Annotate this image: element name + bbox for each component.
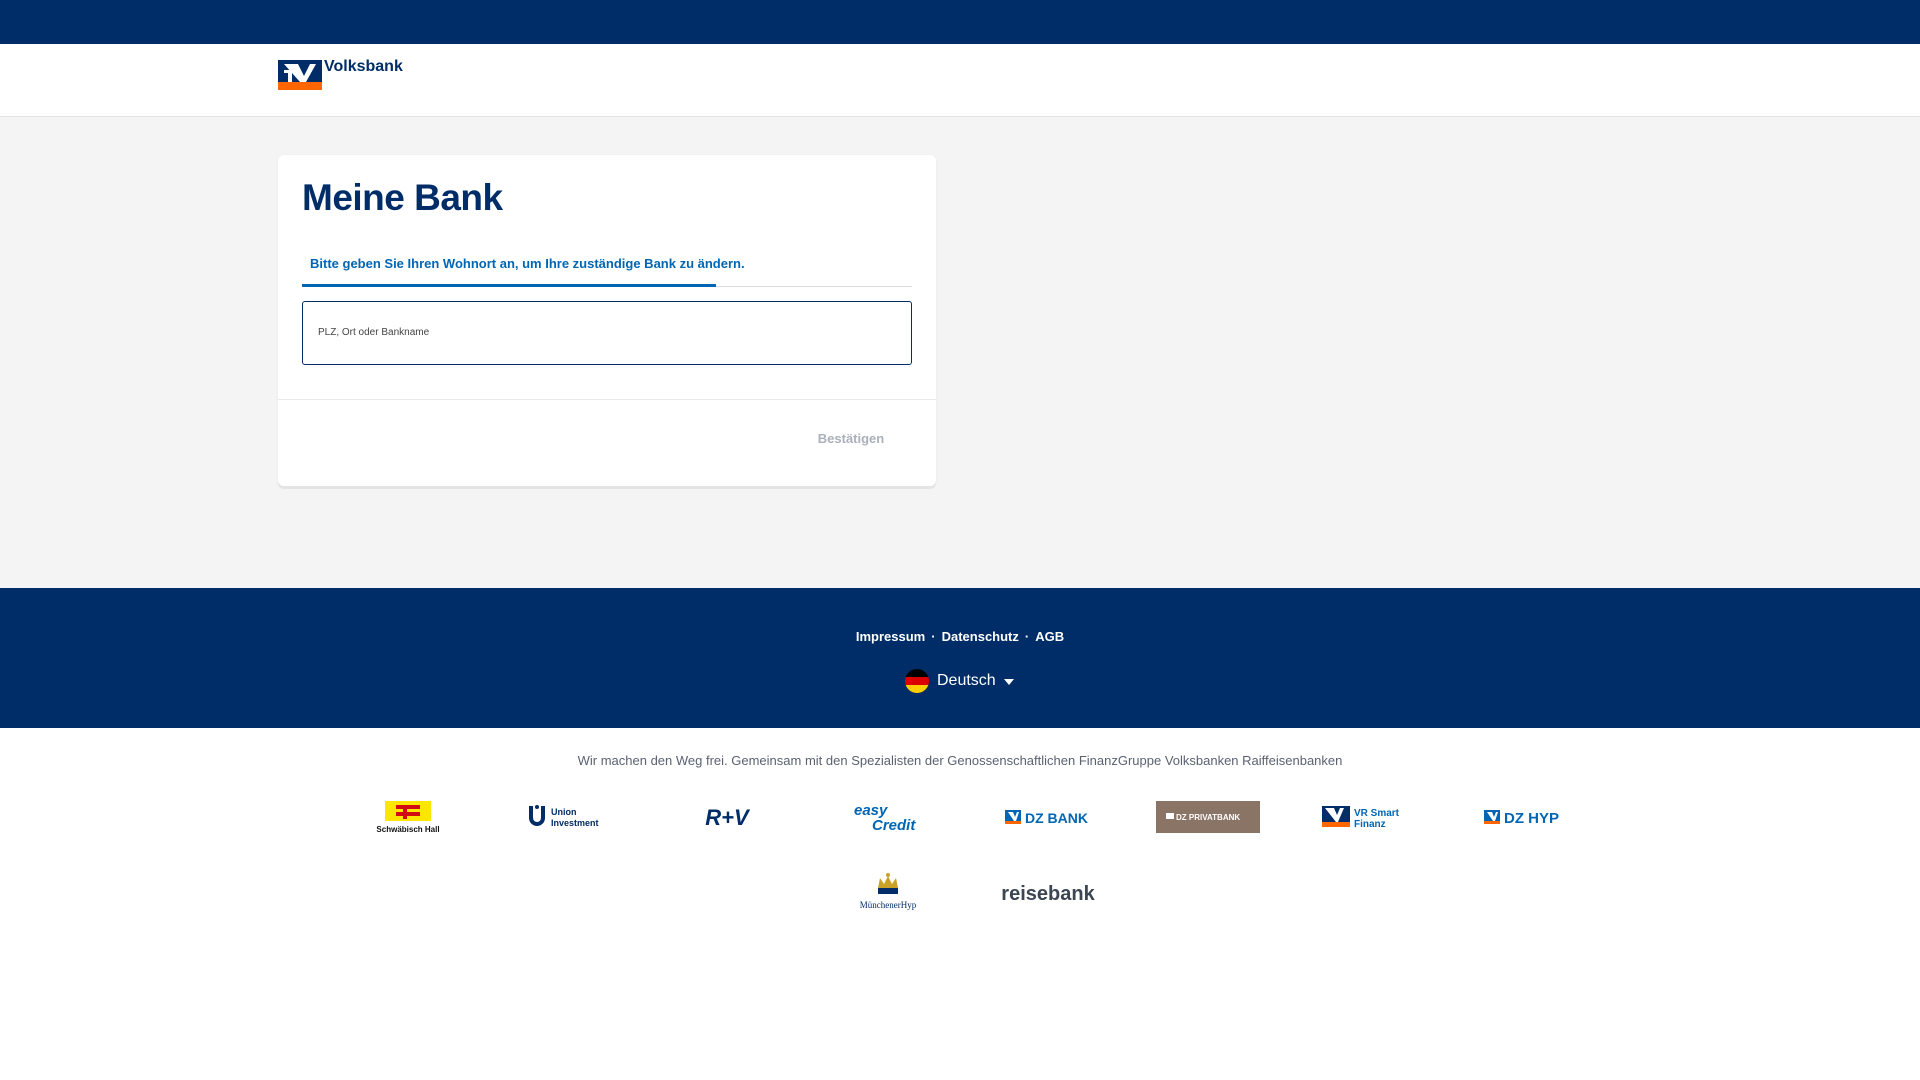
partner-logo-dz-privatbank[interactable]: DZ PRIVATBANK	[1156, 801, 1260, 833]
partner-logo-dz-hyp[interactable]: DZ HYP	[1480, 805, 1570, 829]
tab-location[interactable]: Bitte geben Sie Ihren Wohnort an, um Ihr…	[302, 245, 745, 287]
confirm-button[interactable]: Bestätigen	[786, 422, 916, 454]
partner-logo-easycredit[interactable]: easy Credit	[850, 800, 926, 834]
divider	[278, 399, 936, 400]
header: Volksbank	[0, 44, 1920, 117]
union-text: Union	[551, 807, 577, 817]
page-title: Meine Bank	[302, 177, 503, 218]
dz-hyp-text: DZ HYP	[1504, 810, 1559, 827]
dz-privatbank-text: DZ PRIVATBANK	[1176, 813, 1240, 822]
partner-logo-vr-smart-finanz[interactable]: VR Smart Finanz	[1320, 803, 1410, 831]
link-separator: ·	[931, 629, 936, 644]
agb-link[interactable]: AGB	[1035, 629, 1064, 644]
footer: Impressum · Datenschutz · AGB Deutsch	[0, 588, 1920, 728]
volksbank-logo[interactable]: Volksbank	[278, 58, 403, 90]
partner-logo-union-investment[interactable]: Union Investment	[525, 802, 609, 832]
language-selector[interactable]: Deutsch	[905, 668, 1014, 694]
partners-tagline: Wir machen den Weg frei. Gemeinsam mit d…	[577, 753, 1343, 768]
search-field[interactable]: PLZ, Ort oder Bankname	[302, 301, 912, 365]
muenchener-hyp-text: MünchenerHyp	[860, 900, 917, 910]
chevron-down-icon	[1003, 679, 1014, 685]
impressum-link[interactable]: Impressum	[856, 629, 925, 644]
partner-logo-muenchener-hyp[interactable]: MünchenerHyp	[851, 872, 925, 914]
link-separator: ·	[1024, 629, 1030, 644]
reisebank-text: reisebank	[1001, 883, 1095, 905]
investment-text: Investment	[551, 818, 599, 828]
partner-logo-reisebank[interactable]: reisebank	[990, 878, 1106, 908]
search-field-label: PLZ, Ort oder Bankname	[318, 327, 430, 338]
search-input[interactable]	[318, 340, 888, 356]
language-label: Deutsch	[937, 672, 996, 689]
vr-smart-text: VR Smart	[1354, 808, 1400, 819]
german-flag-icon	[905, 669, 929, 693]
datenschutz-link[interactable]: Datenschutz	[942, 629, 1019, 644]
dz-bank-text: DZ BANK	[1025, 810, 1088, 826]
r-plus-v-text: R+V	[705, 805, 751, 830]
tab-row: Bitte geben Sie Ihren Wohnort an, um Ihr…	[302, 245, 912, 287]
partner-logo-r-plus-v[interactable]: R+V	[697, 802, 757, 832]
top-bar	[0, 0, 1920, 44]
schwaebisch-hall-text: Schwäbisch Hall	[376, 825, 439, 834]
partner-logo-dz-bank[interactable]: DZ BANK	[1003, 805, 1093, 829]
credit-text: Credit	[872, 817, 916, 834]
logo-text: Volksbank	[324, 58, 403, 75]
partner-logo-schwaebisch-hall[interactable]: Schwäbisch Hall	[370, 797, 446, 837]
bank-search-card: Meine Bank Bitte geben Sie Ihren Wohnort…	[278, 155, 936, 486]
footer-links: Impressum · Datenschutz · AGB	[0, 629, 1920, 644]
finanz-text: Finanz	[1354, 819, 1386, 830]
main-area: Meine Bank Bitte geben Sie Ihren Wohnort…	[0, 117, 1920, 588]
volksbank-logo-icon	[278, 60, 322, 90]
